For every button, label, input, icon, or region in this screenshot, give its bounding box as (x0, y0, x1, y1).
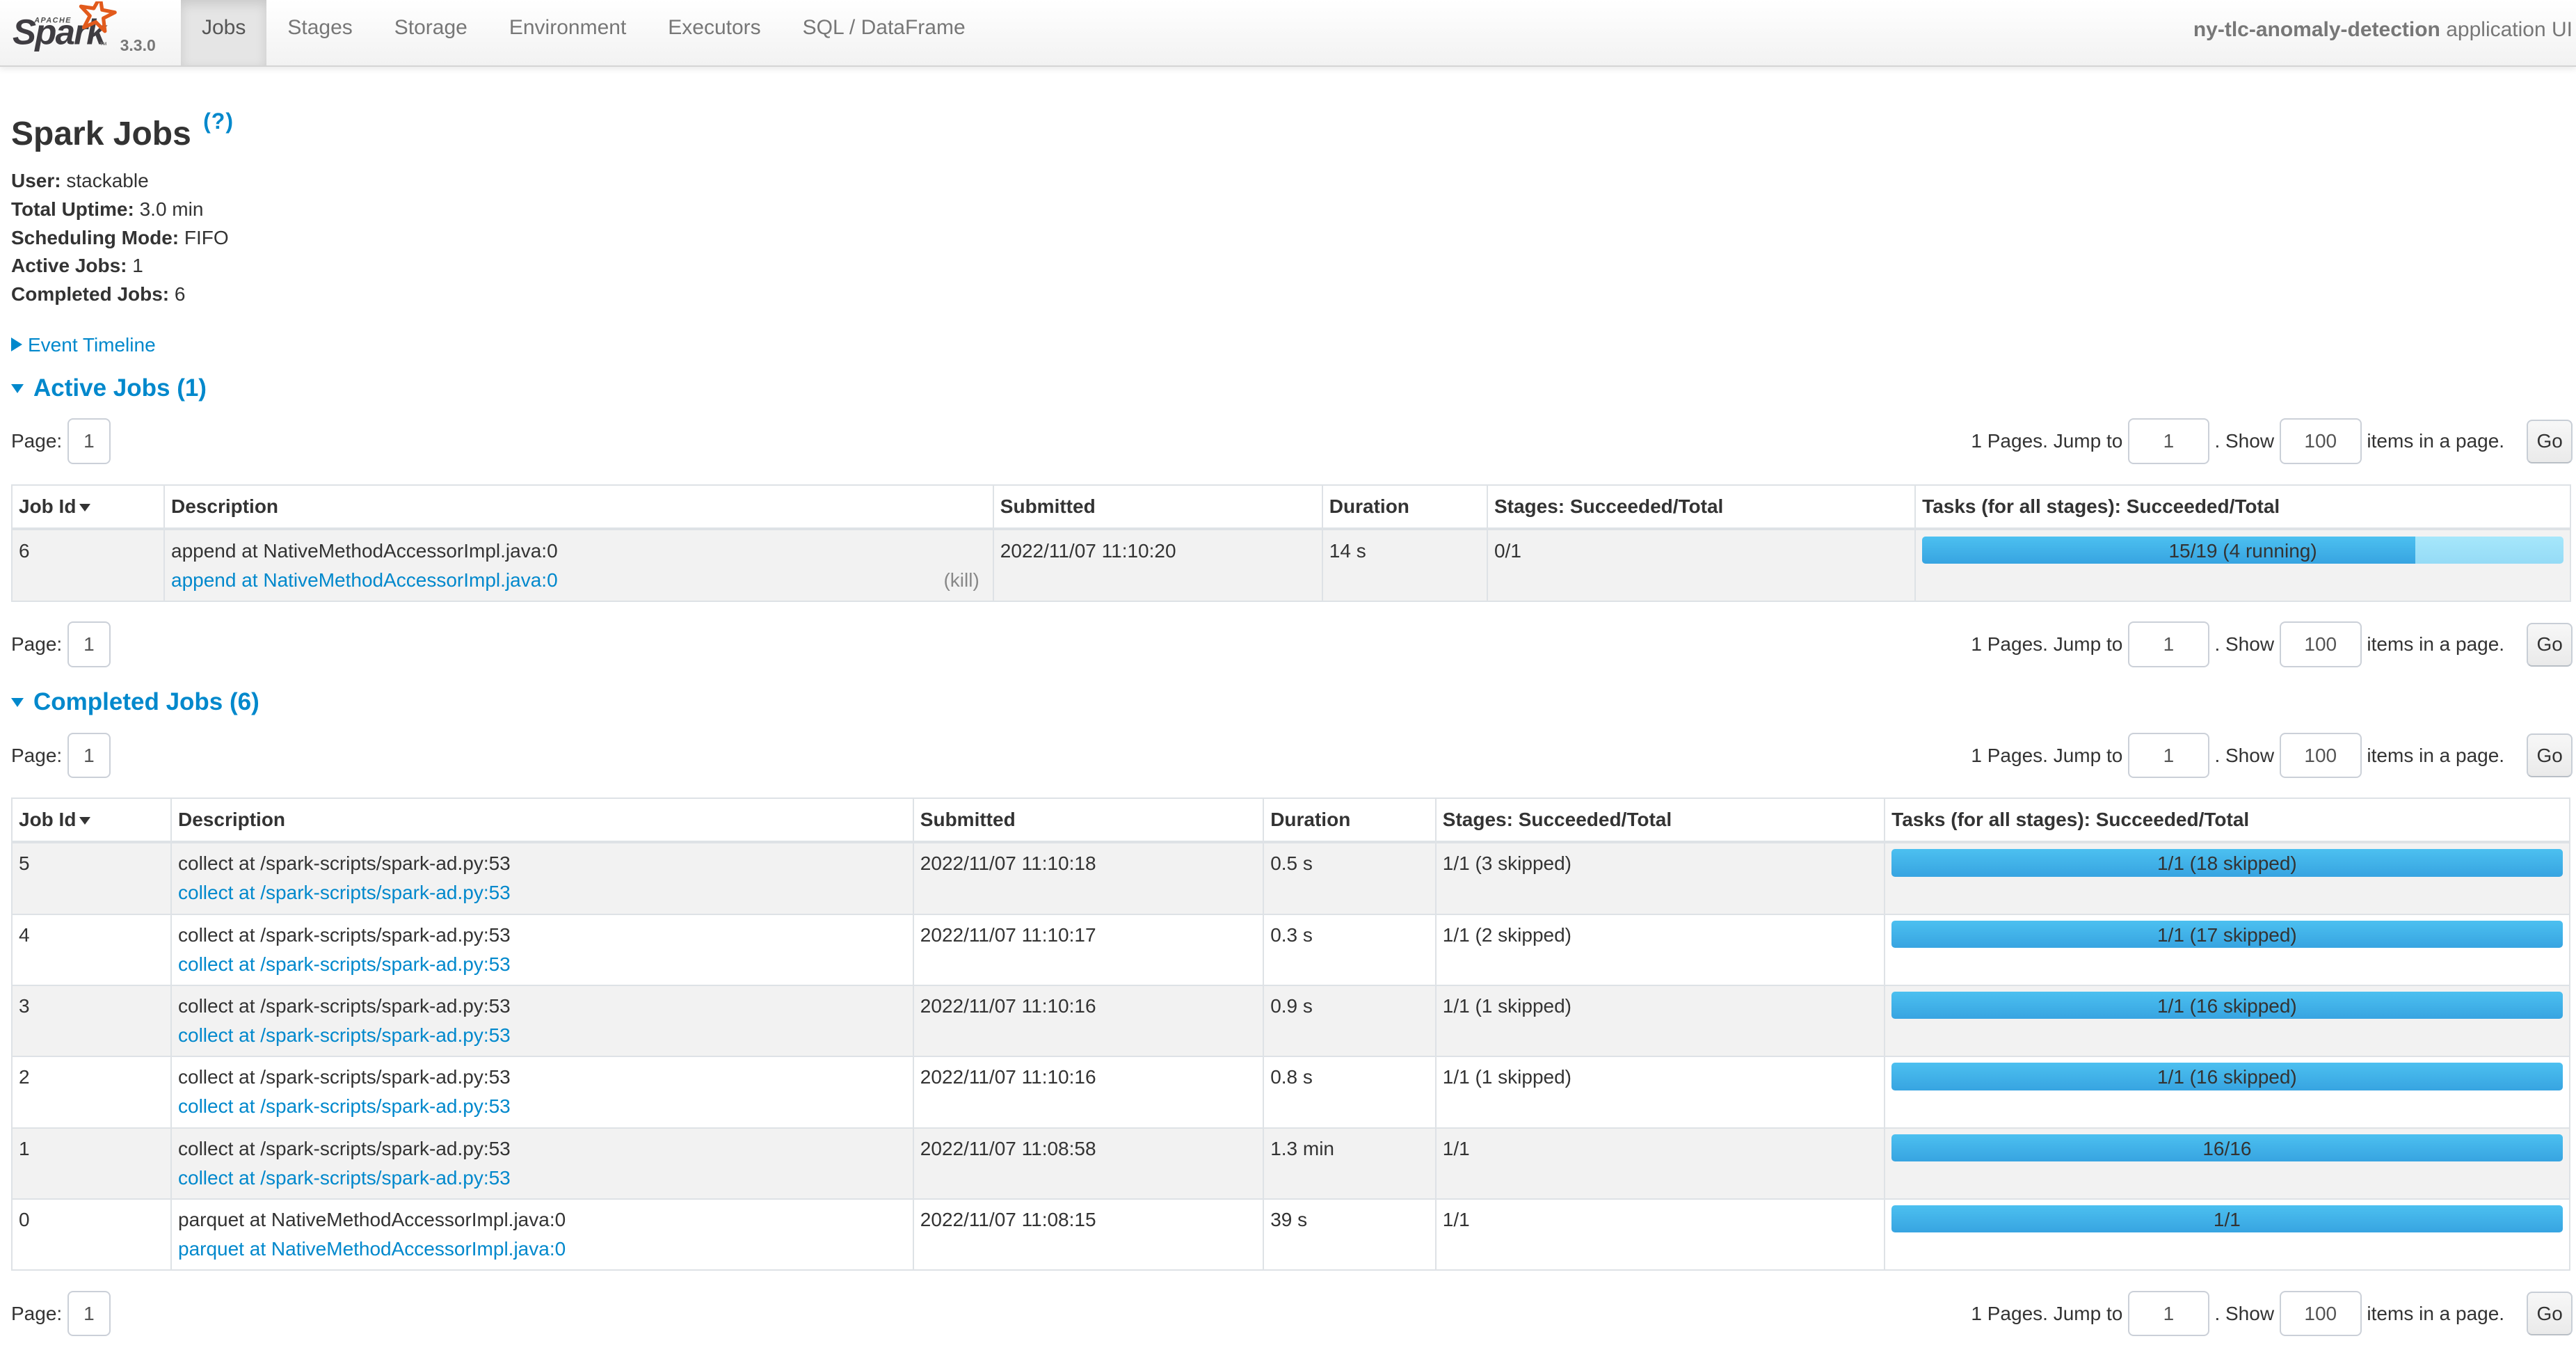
svg-text:TM: TM (100, 42, 107, 47)
svg-text:Spark: Spark (13, 13, 108, 52)
